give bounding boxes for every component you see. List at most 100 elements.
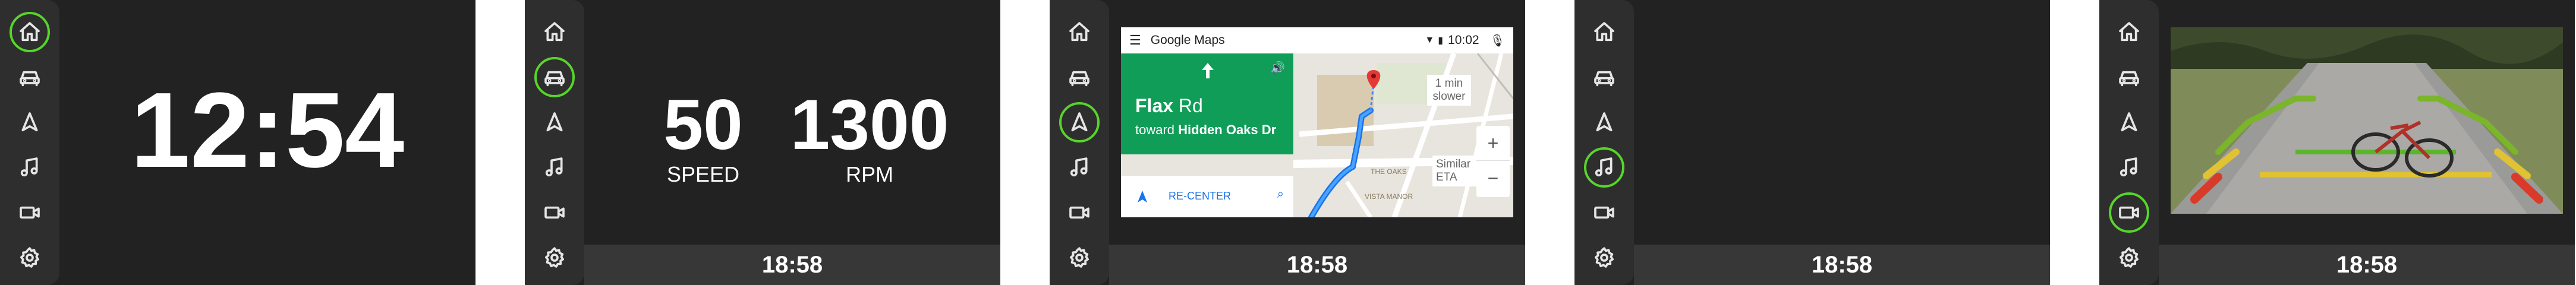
nav-home-button[interactable] [1059,12,1100,52]
turn-toward: toward Hidden Oaks Dr [1135,124,1276,137]
nav-music-button[interactable] [2109,147,2149,188]
nav-camera-button[interactable] [1059,192,1100,233]
turn-street: Flax Rd [1135,96,1203,115]
zoom-out-button[interactable]: − [1476,161,1510,195]
microphone-icon[interactable]: 🎙 [1490,33,1505,48]
camera-icon [1594,206,1614,219]
speed-value: 50 [663,85,743,164]
zoom-controls: + − [1476,126,1510,197]
nav-music-button[interactable] [1584,147,1624,188]
music-icon [2120,157,2137,177]
navigation-arrow-icon [1138,191,1147,202]
zoom-in-button[interactable]: + [1476,126,1510,161]
car-icon [20,71,40,87]
settings-icon [20,247,39,268]
navigation-icon [1071,112,1088,132]
nav-settings-button[interactable] [2109,238,2149,278]
rpm-value: 1300 [790,85,949,164]
nav-navigation-button[interactable] [2109,102,2149,142]
home-icon [1594,22,1614,42]
camera-icon [544,206,565,219]
maps-view[interactable]: ☰ Google Maps ▼ ▮ 10:02 🎙 🔊 Flax Rd towa… [1121,27,1513,217]
nav-camera-button[interactable] [10,192,50,233]
nav-car-button[interactable] [534,57,575,97]
status-bar: 18:58 [2159,245,2575,285]
settings-icon [545,247,564,268]
nav-home-button[interactable] [10,12,50,52]
status-time: 18:58 [761,251,823,278]
nav-settings-button[interactable] [534,238,575,278]
straight-arrow-icon [1202,63,1214,78]
music-icon [1595,157,1613,177]
nav-rail [1574,0,1634,285]
nav-camera-button[interactable] [1584,192,1624,233]
nav-camera-button[interactable] [534,192,575,233]
maps-status-time: 10:02 [1448,33,1479,47]
navigation-icon [2121,112,2137,132]
speed-label: SPEED [666,162,740,186]
turn-street-suffix: Rd [1178,95,1203,116]
camera-icon [1069,206,1089,219]
status-time: 18:58 [1286,251,1348,278]
nav-navigation-button[interactable] [534,102,575,142]
wifi-icon: ▼ [1425,35,1435,45]
recenter-bar: RE-CENTER ⌕ [1121,176,1293,217]
maps-top-bar: ☰ Google Maps ▼ ▮ 10:02 🎙 [1121,27,1513,53]
nav-home-button[interactable] [1584,12,1624,52]
status-bar: 18:58 [1634,245,2050,285]
nav-settings-button[interactable] [1584,238,1624,278]
nav-rail [2099,0,2159,285]
settings-icon [1070,247,1089,268]
home-icon [20,22,40,42]
car-icon [1069,71,1089,87]
turn-card[interactable]: 🔊 Flax Rd toward Hidden Oaks Dr [1121,53,1293,154]
nav-navigation-button[interactable] [10,102,50,142]
settings-icon [2120,247,2139,268]
status-bar: 18:58 [1109,245,1525,285]
nav-home-button[interactable] [2109,12,2149,52]
navigation-icon [546,112,563,132]
maps-app-title: Google Maps [1150,33,1225,47]
home-clock: 12:54 [130,71,405,190]
nav-music-button[interactable] [534,147,575,188]
toward-street: Hidden Oaks Dr [1178,122,1277,137]
nav-car-button[interactable] [1059,57,1100,97]
camera-icon [20,206,40,219]
rpm-label: RPM [846,162,893,186]
home-icon [2119,22,2139,42]
menu-icon[interactable]: ☰ [1129,33,1141,48]
screen-music: 18:58 [1574,0,2050,285]
screen-navigation: ☰ Google Maps ▼ ▮ 10:02 🎙 🔊 Flax Rd towa… [1050,0,1525,285]
nav-car-button[interactable] [1584,57,1624,97]
status-time: 18:58 [2336,251,2398,278]
car-icon [1594,71,1614,87]
music-icon [1070,157,1088,177]
nav-music-button[interactable] [1059,147,1100,188]
nav-home-button[interactable] [534,12,575,52]
settings-icon [1595,247,1614,268]
home-icon [1069,22,1089,42]
car-icon [2119,71,2139,87]
nav-music-button[interactable] [10,147,50,188]
rear-camera-feed [2171,27,2563,214]
car-icon [544,71,565,87]
battery-icon: ▮ [1438,36,1444,46]
toward-prefix: toward [1135,122,1175,137]
navigation-icon [21,112,38,132]
search-icon[interactable]: ⌕ [1277,188,1284,201]
nav-navigation-button[interactable] [1059,102,1100,142]
place-label-oaks: THE OAKS [1371,167,1407,176]
nav-rail [1050,0,1109,285]
turn-street-name: Flax [1135,95,1174,116]
nav-navigation-button[interactable] [1584,102,1624,142]
speed-gauge: 50 SPEED [632,89,774,185]
nav-car-button[interactable] [2109,57,2149,97]
status-time: 18:58 [1811,251,1873,278]
recenter-button[interactable]: RE-CENTER [1169,190,1231,202]
nav-settings-button[interactable] [1059,238,1100,278]
volume-icon[interactable]: 🔊 [1270,61,1285,75]
callout-similar-line2: ETA [1436,170,1457,183]
nav-car-button[interactable] [10,57,50,97]
nav-settings-button[interactable] [10,238,50,278]
nav-camera-button[interactable] [2109,192,2149,233]
